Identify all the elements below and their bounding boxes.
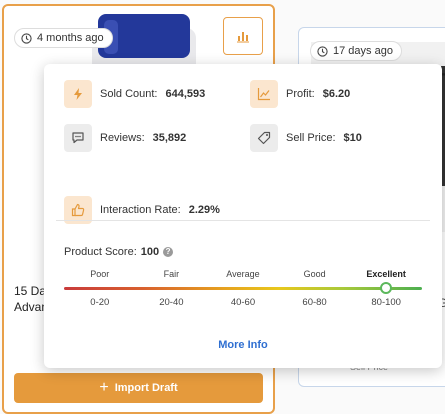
metric-profit: Profit: $6.20 bbox=[250, 80, 350, 108]
metric-reviews: Reviews: 35,892 bbox=[64, 124, 186, 152]
metric-sold-count: Sold Count: 644,593 bbox=[64, 80, 205, 108]
metric-value: $10 bbox=[343, 132, 362, 144]
score-level-label: Excellent bbox=[366, 269, 406, 279]
tag-icon bbox=[250, 124, 278, 152]
product-title-line-2[interactable]: Advan bbox=[14, 300, 48, 314]
score-scale-levels: Poor Fair Average Good Excellent bbox=[64, 269, 422, 279]
popover-divider bbox=[56, 220, 430, 221]
score-range-label: 20-40 bbox=[159, 297, 184, 308]
score-level-label: Average bbox=[226, 269, 260, 279]
lightning-icon bbox=[64, 80, 92, 108]
metric-value: 2.29% bbox=[188, 204, 220, 216]
score-indicator-knob bbox=[380, 282, 393, 294]
metric-label: Interaction Rate: bbox=[100, 204, 181, 216]
more-info-link[interactable]: More Info bbox=[44, 339, 442, 351]
product-score: Product Score: 100 ? bbox=[64, 246, 174, 258]
metric-label: Sold Count: bbox=[100, 88, 158, 100]
score-range-label: 80-100 bbox=[371, 297, 401, 308]
time-badge-label: 17 days ago bbox=[333, 45, 393, 57]
score-range-label: 60-80 bbox=[302, 297, 327, 308]
score-level-label: Poor bbox=[90, 269, 110, 279]
clock-icon bbox=[21, 32, 32, 44]
metric-label: Reviews: bbox=[100, 132, 145, 144]
clock-icon bbox=[317, 45, 328, 57]
time-badge-label: 4 months ago bbox=[37, 32, 104, 44]
plus-icon: + bbox=[99, 379, 109, 396]
bar-chart-icon bbox=[237, 32, 249, 43]
metric-value: 644,593 bbox=[165, 88, 206, 100]
question-icon[interactable]: ? bbox=[163, 247, 174, 257]
time-badge-right: 17 days ago bbox=[310, 41, 402, 61]
product-stats-button[interactable] bbox=[223, 17, 263, 55]
metric-sell-price: Sell Price: $10 bbox=[250, 124, 362, 152]
metric-value: $6.20 bbox=[322, 88, 351, 100]
import-draft-label: Import Draft bbox=[114, 382, 178, 394]
chat-icon bbox=[64, 124, 92, 152]
product-title-line-1[interactable]: 15 Da bbox=[14, 284, 46, 298]
time-badge-left: 4 months ago bbox=[14, 28, 113, 48]
score-level-label: Good bbox=[303, 269, 326, 279]
metric-label: Profit: bbox=[286, 88, 315, 100]
product-stats-popover: Sold Count: 644,593 Profit: $6.20 Review… bbox=[44, 64, 442, 368]
metric-label: Sell Price: bbox=[286, 132, 336, 144]
score-range-label: 40-60 bbox=[230, 297, 256, 308]
line-chart-icon bbox=[250, 80, 278, 108]
product-score-value: 100 bbox=[140, 246, 160, 258]
score-range-label: 0-20 bbox=[90, 297, 110, 308]
import-draft-button[interactable]: + Import Draft bbox=[14, 373, 263, 403]
metric-value: 35,892 bbox=[152, 132, 187, 144]
score-scale-ranges: 0-20 20-40 40-60 60-80 80-100 bbox=[64, 297, 422, 308]
score-gradient-bar bbox=[64, 287, 422, 290]
product-score-label: Product Score: bbox=[64, 246, 137, 258]
score-level-label: Fair bbox=[163, 269, 180, 279]
